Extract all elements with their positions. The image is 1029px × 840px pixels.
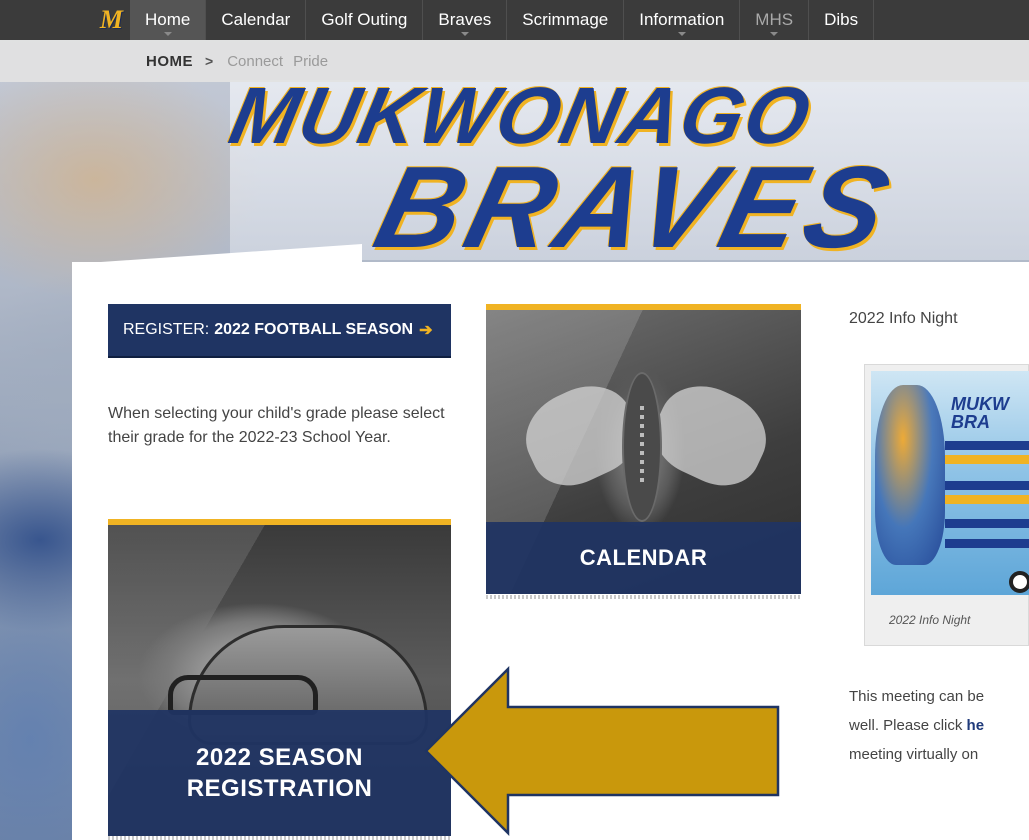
- caret-down-icon: [460, 32, 469, 36]
- nav-item-label: MHS: [755, 10, 794, 29]
- meeting-text: This meeting can be well. Please click h…: [849, 682, 1029, 762]
- meeting-link[interactable]: he: [967, 717, 985, 734]
- nav-item-dibs[interactable]: Dibs: [809, 0, 875, 40]
- poster-strip: [945, 481, 1029, 490]
- poster-strip: [945, 539, 1029, 548]
- poster-strip: [945, 495, 1029, 504]
- info-night-card[interactable]: MUKW BRA 2022 Info Night: [864, 364, 1029, 646]
- poster-title-line1: MUKW: [951, 394, 1009, 414]
- football-lace-icon: [640, 406, 644, 486]
- calendar-tile[interactable]: CALENDAR: [486, 304, 801, 594]
- registration-tile-label: 2022 SEASON REGISTRATION: [108, 710, 451, 836]
- nav-item-scrimmage[interactable]: Scrimmage: [507, 0, 625, 40]
- nav-item-braves[interactable]: Braves: [423, 0, 508, 40]
- registration-label-line2: REGISTRATION: [186, 775, 373, 802]
- meeting-text-line2-start: well. Please click: [849, 717, 967, 734]
- logo-m-icon: M: [99, 5, 123, 34]
- hand-right-shape: [642, 370, 780, 500]
- poster-strip: [945, 441, 1029, 450]
- caret-down-icon: [163, 32, 172, 36]
- caret-down-icon: [677, 32, 686, 36]
- logo[interactable]: M: [0, 0, 130, 40]
- info-night-heading: 2022 Info Night: [849, 310, 958, 327]
- breadcrumb-item-connect[interactable]: Connect: [227, 53, 283, 70]
- top-navigation: M Home Calendar Golf Outing Braves Scrim…: [0, 0, 1029, 40]
- meeting-text-line1: This meeting can be: [849, 688, 985, 705]
- poster-caption: 2022 Info Night: [889, 613, 971, 627]
- register-prefix: REGISTER:: [123, 321, 210, 338]
- soccer-ball-icon: [1009, 571, 1029, 593]
- annotation-arrow-shape: [424, 666, 780, 836]
- nav-item-golf-outing[interactable]: Golf Outing: [306, 0, 424, 40]
- meeting-text-line2: well. Please click he: [849, 711, 1029, 740]
- breadcrumb-item-pride[interactable]: Pride: [293, 53, 328, 70]
- nav-item-label: Golf Outing: [321, 10, 408, 29]
- facemask-icon: [168, 675, 318, 715]
- nav-item-label: Scrimmage: [522, 10, 609, 29]
- info-night-poster: MUKW BRA: [871, 371, 1029, 595]
- nav-item-mhs[interactable]: MHS: [740, 0, 810, 40]
- poster-title-line2: BRA: [951, 412, 990, 432]
- calendar-tile-label: CALENDAR: [486, 522, 801, 594]
- nav-item-label: Information: [639, 10, 725, 29]
- caret-down-icon: [770, 32, 779, 36]
- poster-strip: [945, 519, 1029, 528]
- nav-item-calendar[interactable]: Calendar: [206, 0, 307, 40]
- breadcrumb-home[interactable]: HOME: [146, 53, 193, 70]
- registration-label-line1: 2022 SEASON: [196, 744, 363, 771]
- nav-item-label: Braves: [438, 10, 492, 29]
- annotation-arrow-icon: [424, 666, 780, 836]
- nav-item-information[interactable]: Information: [624, 0, 741, 40]
- season-registration-tile[interactable]: 2022 SEASON REGISTRATION: [108, 519, 451, 836]
- grade-note: When selecting your child's grade please…: [108, 405, 445, 446]
- poster-title: MUKW BRA: [951, 395, 1009, 431]
- tile-divider: [486, 595, 801, 599]
- register-button[interactable]: REGISTER: 2022 FOOTBALL SEASON ➔: [108, 304, 451, 358]
- breadcrumb-separator-icon: >: [205, 53, 214, 69]
- nav-item-label: Calendar: [221, 10, 291, 29]
- panel-notch: [72, 244, 362, 264]
- arrow-right-icon: ➔: [419, 322, 433, 339]
- nav-item-label: Dibs: [824, 10, 859, 29]
- nav-item-home[interactable]: Home: [130, 0, 207, 40]
- tile-divider: [108, 836, 451, 840]
- poster-strip: [945, 455, 1029, 464]
- meeting-text-line3: meeting virtually on: [849, 746, 979, 762]
- register-season: 2022 FOOTBALL SEASON: [214, 321, 414, 338]
- nav-item-label: Home: [145, 10, 191, 29]
- player-image: [875, 385, 945, 565]
